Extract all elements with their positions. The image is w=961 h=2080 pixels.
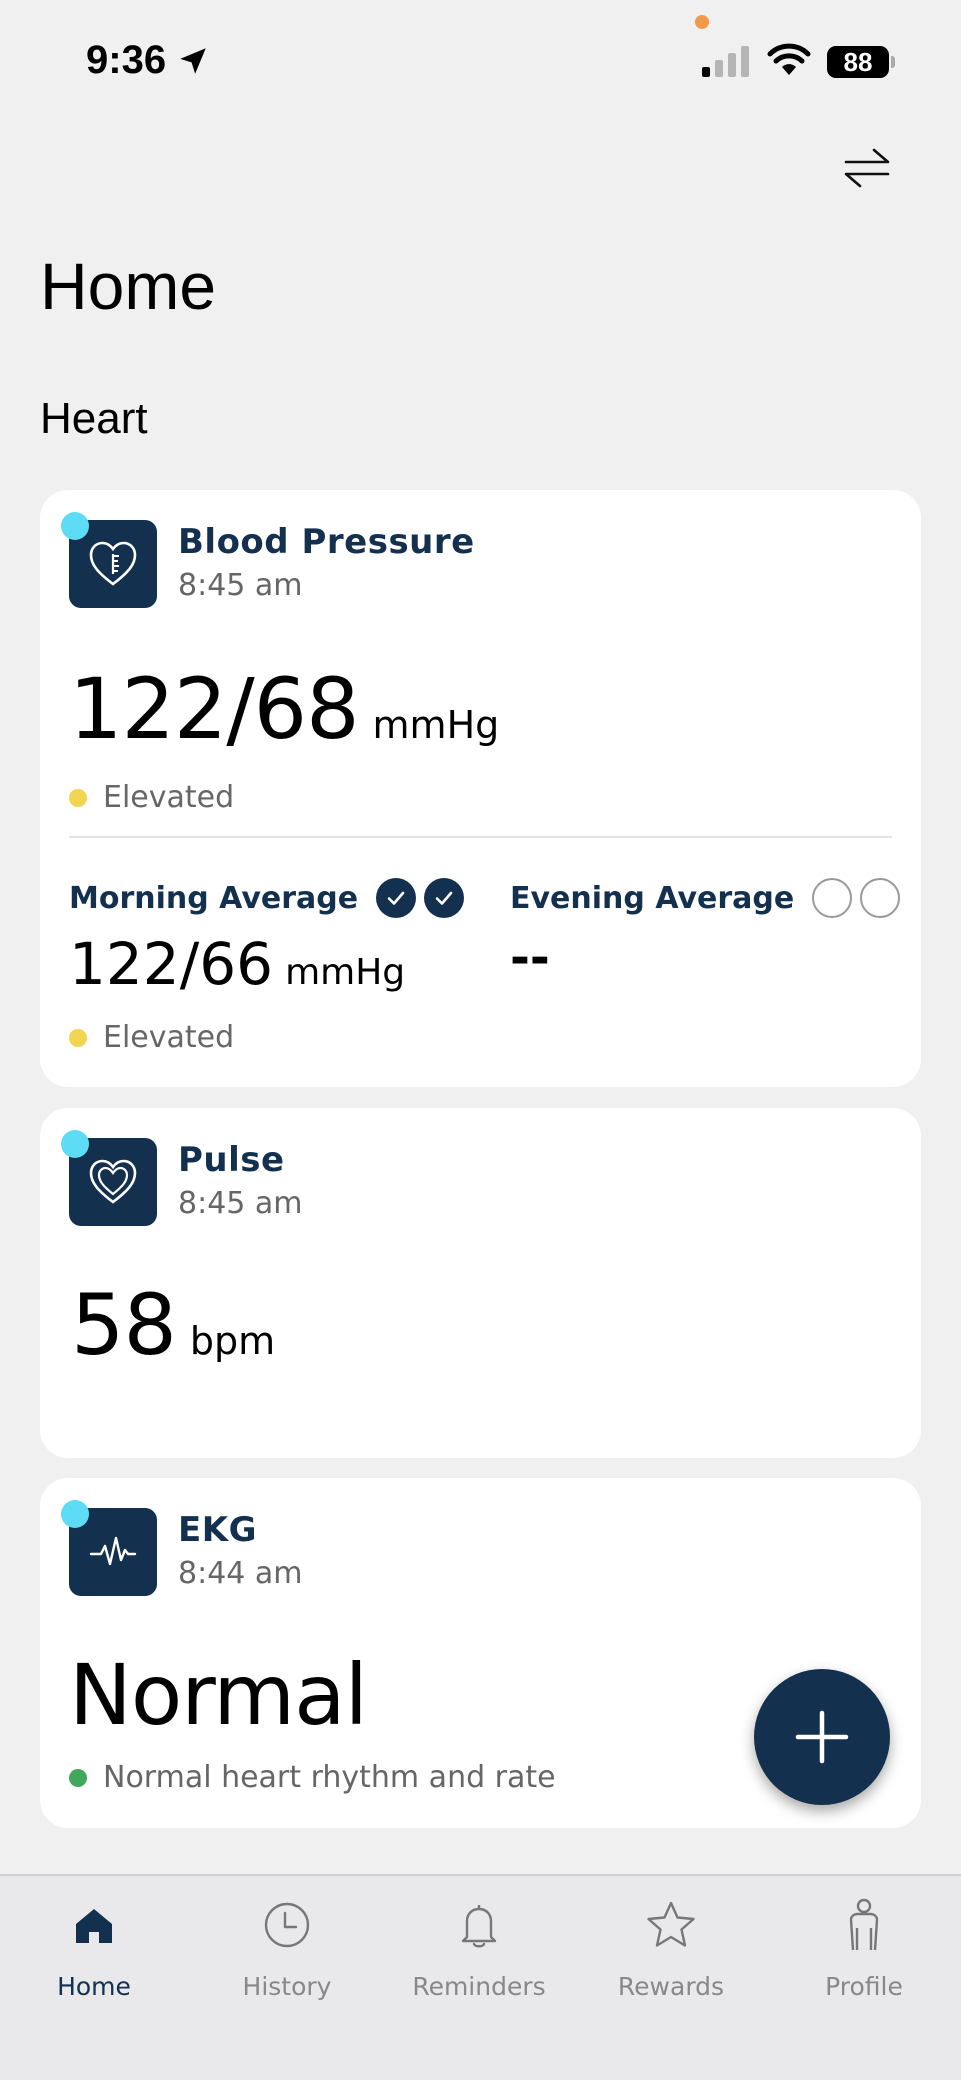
pulse-icon xyxy=(61,1130,157,1226)
divider xyxy=(69,836,892,838)
morning-status-badge: Elevated xyxy=(69,1020,234,1055)
tab-label: History xyxy=(242,1972,332,2001)
card-timestamp: 8:44 am xyxy=(178,1556,303,1591)
card-header: Pulse 8:45 am xyxy=(61,1130,303,1226)
tab-label: Home xyxy=(57,1972,131,2001)
bell-icon xyxy=(457,1894,501,1956)
clock-icon xyxy=(263,1894,311,1956)
status-time: 9:36 xyxy=(86,38,210,83)
camera-indicator-dot xyxy=(695,15,709,29)
status-badge: Elevated xyxy=(69,780,234,815)
new-indicator-dot xyxy=(61,512,89,540)
card-title: Blood Pressure xyxy=(178,522,475,562)
tab-history[interactable]: History xyxy=(197,1894,377,2014)
status-badge: Normal heart rhythm and rate xyxy=(69,1760,556,1795)
evening-average-text: Evening Average xyxy=(510,880,795,916)
home-screen: 9:36 88 Home Heart Blood Pressure 8:45 a… xyxy=(0,0,961,2080)
location-arrow-icon xyxy=(180,47,206,74)
section-title-heart: Heart xyxy=(40,394,148,443)
pulse-reading: 58 bpm xyxy=(71,1276,275,1374)
morning-average-value: 122/66 xyxy=(69,930,274,998)
check-circle-icon xyxy=(424,878,465,918)
clock-text: 9:36 xyxy=(86,38,167,82)
bottom-tab-bar: Home History Reminders Rewards Profile xyxy=(0,1874,961,2080)
cellular-signal-icon xyxy=(702,45,749,77)
card-timestamp: 8:45 am xyxy=(178,1186,303,1221)
battery-level: 88 xyxy=(843,46,873,77)
tab-label: Rewards xyxy=(617,1972,725,2001)
waveform-icon xyxy=(89,1536,137,1566)
new-indicator-dot xyxy=(61,1500,89,1528)
status-text: Normal heart rhythm and rate xyxy=(103,1760,556,1795)
tab-home[interactable]: Home xyxy=(4,1894,184,2014)
card-header: EKG 8:44 am xyxy=(61,1500,303,1596)
add-measurement-button[interactable] xyxy=(754,1669,890,1805)
card-title: EKG xyxy=(178,1510,257,1550)
empty-circle-icon xyxy=(812,878,853,918)
card-title: Pulse xyxy=(178,1140,285,1180)
reading-unit: mmHg xyxy=(372,703,500,747)
person-icon xyxy=(844,1894,884,1956)
wifi-icon xyxy=(767,43,811,75)
tab-label: Reminders xyxy=(412,1972,546,2001)
heart-gauge-icon xyxy=(89,541,137,586)
tab-label: Profile xyxy=(825,1972,903,2001)
morning-average-label: Morning Average xyxy=(69,878,472,918)
swap-arrows-icon xyxy=(844,148,890,188)
morning-average-text: Morning Average xyxy=(69,880,359,916)
status-text: Elevated xyxy=(103,780,235,815)
status-dot xyxy=(69,788,87,807)
evening-average-value: -- xyxy=(510,930,550,986)
blood-pressure-icon xyxy=(61,512,157,608)
status-dot xyxy=(69,1768,87,1787)
check-circle-icon xyxy=(376,878,417,918)
plus-icon xyxy=(795,1710,849,1764)
blood-pressure-card[interactable]: Blood Pressure 8:45 am 122/68 mmHg Eleva… xyxy=(40,490,921,1087)
card-header: Blood Pressure 8:45 am xyxy=(61,512,475,608)
reading-value: Normal xyxy=(69,1646,368,1744)
status-dot xyxy=(69,1028,87,1047)
swap-view-button[interactable] xyxy=(838,142,896,194)
page-title: Home xyxy=(40,249,217,323)
new-indicator-dot xyxy=(61,1130,89,1158)
morning-average-unit: mmHg xyxy=(285,952,406,993)
tab-profile[interactable]: Profile xyxy=(774,1894,954,2014)
reading-value: 58 xyxy=(71,1276,177,1374)
tab-reminders[interactable]: Reminders xyxy=(389,1894,569,2014)
reading-value: 122/68 xyxy=(69,660,360,758)
empty-circle-icon xyxy=(860,878,901,918)
ekg-reading: Normal xyxy=(69,1646,368,1744)
star-icon xyxy=(645,1894,697,1956)
card-timestamp: 8:45 am xyxy=(178,568,303,603)
status-text: Elevated xyxy=(103,1020,235,1055)
battery-indicator: 88 xyxy=(827,46,889,78)
blood-pressure-reading: 122/68 mmHg xyxy=(69,660,499,758)
evening-average-label: Evening Average xyxy=(510,878,908,918)
reading-unit: bpm xyxy=(189,1319,276,1363)
pulse-card[interactable]: Pulse 8:45 am 58 bpm xyxy=(40,1108,921,1458)
morning-average-reading: 122/66 mmHg xyxy=(69,930,405,998)
heart-icon xyxy=(89,1159,137,1204)
home-icon xyxy=(72,1894,116,1956)
ekg-icon xyxy=(61,1500,157,1596)
tab-rewards[interactable]: Rewards xyxy=(581,1894,761,2014)
status-bar: 9:36 88 xyxy=(0,0,961,120)
battery-cap xyxy=(891,56,895,68)
